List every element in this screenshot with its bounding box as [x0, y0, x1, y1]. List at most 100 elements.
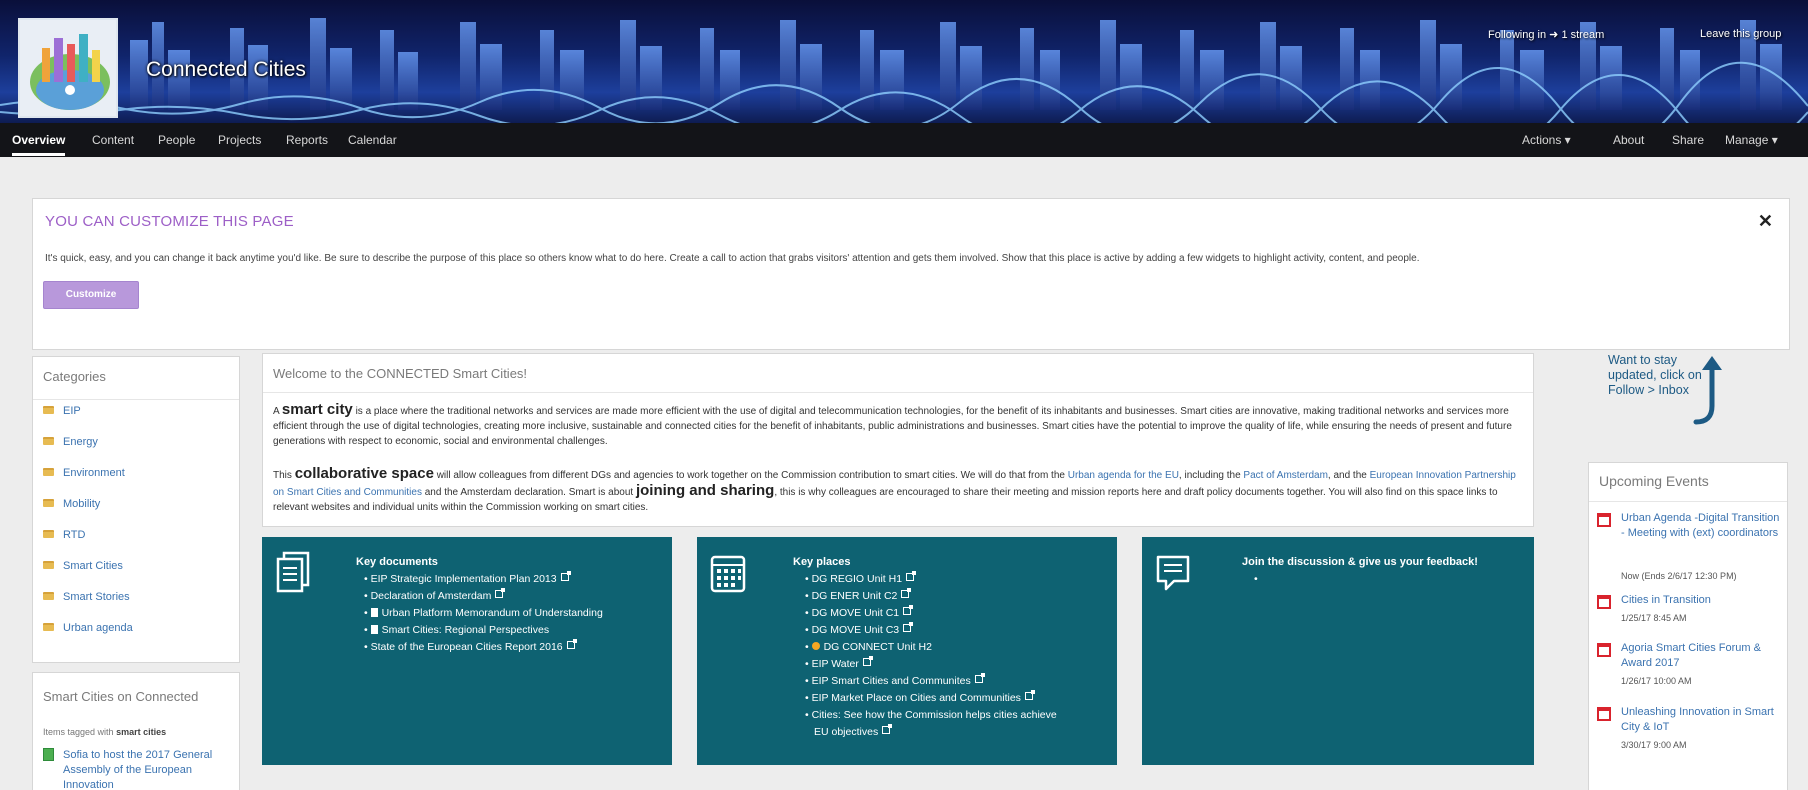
close-icon[interactable]: ✕: [1758, 211, 1773, 232]
list-item-label: DG MOVE Unit C1: [811, 607, 900, 619]
external-link-icon: [882, 724, 893, 734]
folder-icon: [43, 530, 54, 538]
list-item: •: [1254, 573, 1258, 585]
follow-arrow-icon: ➜: [1549, 29, 1559, 41]
external-link-icon: [862, 656, 873, 666]
category-urban-agenda[interactable]: Urban agenda: [43, 622, 133, 634]
list-item[interactable]: • DG MOVE Unit C3: [805, 622, 1057, 639]
divider: [1589, 501, 1787, 502]
category-rtd[interactable]: RTD: [43, 529, 85, 541]
folder-icon: [43, 623, 54, 631]
category-label: EIP: [63, 405, 81, 417]
pact-of-amsterdam-link[interactable]: Pact of Amsterdam: [1243, 470, 1327, 481]
group-banner: Connected Cities Following in ➜ 1 stream…: [0, 0, 1808, 123]
key-places-list: • DG REGIO Unit H1 • DG ENER Unit C2 • D…: [805, 571, 1057, 741]
list-item[interactable]: • EIP Water: [805, 656, 1057, 673]
category-smart-stories[interactable]: Smart Stories: [43, 591, 130, 603]
divider: [263, 392, 1533, 393]
folder-icon: [43, 592, 54, 600]
list-item-label: EIP Market Place on Cities and Communiti…: [811, 692, 1021, 704]
list-item[interactable]: • EIP Smart Cities and Communites: [805, 673, 1057, 690]
follow-streams-link[interactable]: 1 stream: [1561, 29, 1604, 41]
discussion-list: •: [1254, 571, 1258, 588]
folder-icon: [43, 499, 54, 507]
list-item[interactable]: • DG ENER Unit C2: [805, 588, 1057, 605]
event-name[interactable]: Unleashing Innovation in Smart City & Io…: [1621, 705, 1781, 735]
event-name[interactable]: Agoria Smart Cities Forum & Award 2017: [1621, 641, 1781, 671]
text: is a place where the traditional network…: [273, 406, 1512, 447]
text: , and the: [1327, 470, 1367, 481]
list-item-continued[interactable]: EU objectives: [805, 724, 1057, 741]
list-item[interactable]: • DG MOVE Unit C1: [805, 605, 1057, 622]
curved-up-arrow-icon: [1693, 356, 1722, 425]
leave-group-link[interactable]: Leave this group: [1700, 28, 1781, 40]
tab-calendar[interactable]: Calendar: [348, 133, 397, 147]
tab-people[interactable]: People: [158, 133, 195, 147]
external-link-icon: [1024, 690, 1035, 700]
tab-projects[interactable]: Projects: [218, 133, 261, 147]
category-smart-cities[interactable]: Smart Cities: [43, 560, 123, 572]
discussion-title: Join the discussion & give us your feedb…: [1242, 556, 1478, 568]
document-icon: [43, 748, 54, 761]
urban-agenda-link[interactable]: Urban agenda for the EU: [1068, 470, 1179, 481]
list-item[interactable]: • EIP Strategic Implementation Plan 2013: [364, 571, 603, 588]
event-name[interactable]: Cities in Transition: [1621, 593, 1781, 608]
list-item[interactable]: • Cities: See how the Commission helps c…: [805, 707, 1057, 724]
calendar-icon: [710, 555, 746, 593]
list-item[interactable]: • Declaration of Amsterdam: [364, 588, 603, 605]
category-energy[interactable]: Energy: [43, 436, 98, 448]
category-environment[interactable]: Environment: [43, 467, 125, 479]
list-item[interactable]: Sofia to host the 2017 General Assembly …: [43, 748, 233, 790]
key-documents-box: Key documents • EIP Strategic Implementa…: [262, 537, 672, 765]
list-item[interactable]: • DG REGIO Unit H1: [805, 571, 1057, 588]
customize-button[interactable]: Customize: [43, 281, 139, 309]
event-item[interactable]: Unleashing Innovation in Smart City & Io…: [1597, 705, 1783, 765]
actions-menu[interactable]: Actions ▾: [1522, 133, 1571, 147]
list-item[interactable]: • EIP Market Place on Cities and Communi…: [805, 690, 1057, 707]
category-label: RTD: [63, 529, 86, 541]
tab-overview[interactable]: Overview: [12, 133, 66, 156]
calendar-icon: [1597, 643, 1611, 657]
event-date: 1/25/17 8:45 AM: [1621, 613, 1687, 623]
tab-reports[interactable]: Reports: [286, 133, 328, 147]
external-link-icon: [566, 639, 577, 649]
list-item-label: DG ENER Unit C2: [811, 590, 898, 602]
document-icon: [370, 625, 378, 634]
event-date: Now (Ends 2/6/17 12:30 PM): [1621, 571, 1737, 581]
share-link[interactable]: Share: [1672, 133, 1704, 147]
list-item[interactable]: • Urban Platform Memorandum of Understan…: [364, 605, 603, 622]
about-link[interactable]: About: [1613, 133, 1644, 147]
list-item-label: Cities: See how the Commission helps cit…: [811, 709, 1057, 721]
customize-title: YOU CAN CUSTOMIZE THIS PAGE: [45, 213, 294, 230]
list-item[interactable]: • DG CONNECT Unit H2: [805, 639, 1057, 656]
event-name[interactable]: Urban Agenda -Digital Transition - Meeti…: [1621, 511, 1781, 541]
list-item-label: EU objectives: [814, 726, 879, 738]
key-documents-title: Key documents: [356, 556, 438, 568]
manage-menu[interactable]: Manage ▾: [1725, 133, 1778, 147]
category-label: Smart Stories: [63, 591, 130, 603]
tab-content[interactable]: Content: [92, 133, 134, 147]
event-item[interactable]: Cities in Transition 1/25/17 8:45 AM: [1597, 593, 1783, 633]
documents-icon: [276, 551, 310, 593]
key-places-box: Key places • DG REGIO Unit H1 • DG ENER …: [697, 537, 1117, 765]
welcome-paragraph-1: A smart city is a place where the tradit…: [273, 402, 1523, 449]
customize-page-panel: YOU CAN CUSTOMIZE THIS PAGE ✕ It's quick…: [32, 198, 1790, 350]
text: and the Amsterdam declaration. Smart is …: [424, 487, 634, 498]
welcome-paragraph-2: This collaborative space will allow coll…: [273, 466, 1523, 515]
event-item[interactable]: Agoria Smart Cities Forum & Award 2017 1…: [1597, 641, 1783, 701]
list-item[interactable]: • Smart Cities: Regional Perspectives: [364, 622, 603, 639]
external-link-icon: [974, 673, 985, 683]
follow-status[interactable]: Following in ➜ 1 stream: [1488, 28, 1604, 41]
tagged-caption: Items tagged with smart cities: [43, 727, 166, 737]
list-item-label: DG REGIO Unit H1: [811, 573, 903, 585]
folder-icon: [43, 561, 54, 569]
categories-panel: Categories EIP Energy Environment Mobili…: [32, 356, 240, 663]
calendar-icon: [1597, 595, 1611, 609]
category-mobility[interactable]: Mobility: [43, 498, 100, 510]
category-label: Environment: [63, 467, 125, 479]
category-eip[interactable]: EIP: [43, 405, 81, 417]
list-item[interactable]: • State of the European Cities Report 20…: [364, 639, 603, 656]
place-icon: [811, 642, 820, 650]
tagged-tag[interactable]: smart cities: [116, 727, 166, 737]
event-item[interactable]: Urban Agenda -Digital Transition - Meeti…: [1597, 511, 1783, 591]
